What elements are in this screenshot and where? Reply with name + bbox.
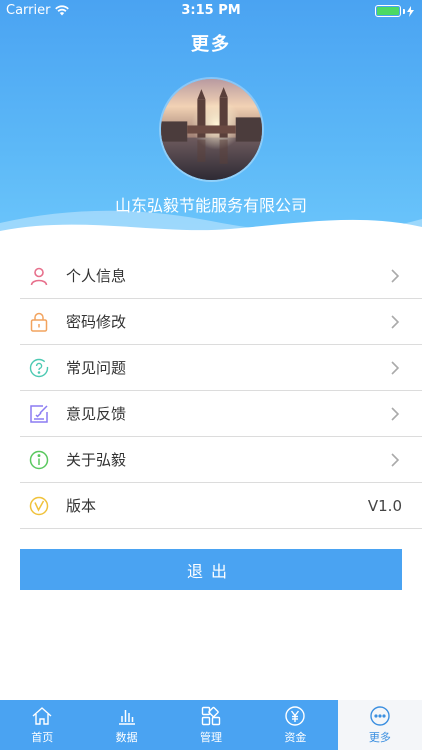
chevron-right-icon [391, 314, 400, 329]
status-time: 3:15 PM [181, 3, 241, 18]
tab-bar: 首页 数据 管理 资金 更多 [0, 700, 422, 750]
settings-menu: 个人信息 密码修改 常见问题 意见反馈 关于弘毅 版本 V1.0 [0, 253, 422, 529]
grid-icon [201, 706, 221, 726]
user-icon [28, 265, 50, 287]
tab-label-home: 首页 [31, 731, 54, 744]
more-icon [370, 706, 390, 726]
menu-label-faq: 常见问题 [66, 359, 127, 377]
menu-item-feedback[interactable]: 意见反馈 [20, 391, 422, 437]
tab-label-more: 更多 [368, 731, 391, 744]
menu-label-feedback: 意见反馈 [66, 405, 127, 423]
tab-funds[interactable]: 资金 [253, 700, 337, 750]
version-value: V1.0 [367, 496, 402, 515]
page-title: 更多 [191, 34, 231, 55]
chevron-right-icon [391, 406, 400, 421]
menu-item-version: 版本 V1.0 [20, 483, 422, 529]
yen-icon [285, 706, 306, 726]
tab-home[interactable]: 首页 [0, 700, 84, 750]
wave-decoration [0, 210, 422, 245]
tab-label-data: 数据 [115, 731, 138, 744]
header: Carrier 3:15 PM 更多 山东弘毅节能服务有限公司 [0, 0, 422, 245]
tab-label-manage: 管理 [200, 731, 223, 744]
version-icon [28, 495, 50, 517]
battery-icon [375, 5, 414, 17]
home-icon [32, 707, 52, 725]
charging-icon [407, 5, 414, 17]
menu-item-change-password[interactable]: 密码修改 [20, 299, 422, 345]
bar-chart-icon [118, 710, 135, 725]
chevron-right-icon [391, 360, 400, 375]
tab-manage[interactable]: 管理 [169, 700, 253, 750]
tab-label-funds: 资金 [284, 731, 307, 744]
menu-label-version: 版本 [66, 497, 97, 515]
menu-label-personal-info: 个人信息 [66, 267, 127, 285]
tab-data[interactable]: 数据 [84, 700, 168, 750]
avatar[interactable] [161, 79, 262, 180]
question-icon [28, 357, 50, 379]
feedback-icon [28, 403, 50, 425]
menu-item-about[interactable]: 关于弘毅 [20, 437, 422, 483]
status-bar: Carrier 3:15 PM [0, 0, 422, 22]
menu-item-faq[interactable]: 常见问题 [20, 345, 422, 391]
avatar-image [161, 79, 262, 180]
menu-item-personal-info[interactable]: 个人信息 [20, 253, 422, 299]
menu-label-about: 关于弘毅 [66, 451, 127, 469]
menu-label-change-password: 密码修改 [66, 313, 127, 331]
chevron-right-icon [391, 268, 400, 283]
tab-more[interactable]: 更多 [337, 700, 422, 750]
lock-icon [28, 311, 50, 333]
info-icon [28, 449, 50, 471]
chevron-right-icon [391, 452, 400, 467]
logout-button[interactable]: 退出 [20, 549, 402, 590]
